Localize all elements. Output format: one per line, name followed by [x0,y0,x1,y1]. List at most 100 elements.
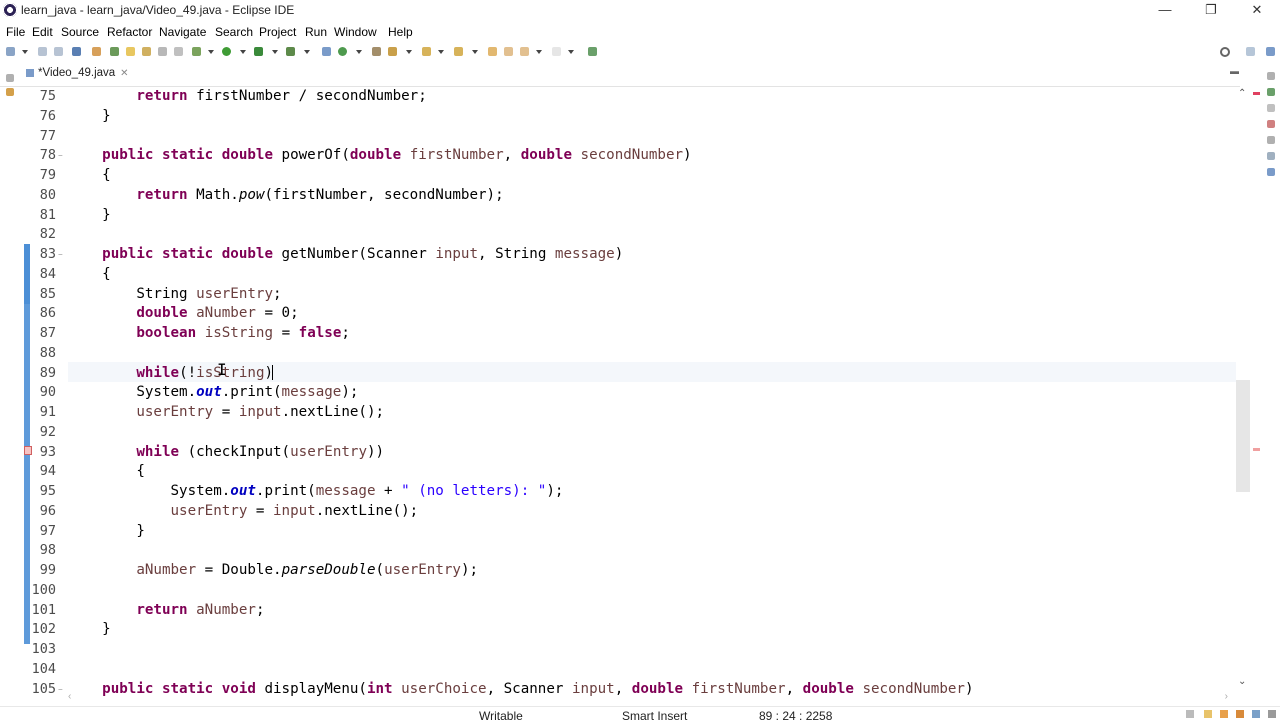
code-line[interactable]: boolean isString = false; [68,323,1236,343]
new-java-project-icon[interactable] [322,47,331,56]
search-dropdown-icon[interactable] [406,50,412,54]
back-arrow-icon[interactable] [520,47,529,56]
tab-close-icon[interactable]: ✕ [120,68,128,79]
code-line[interactable]: } [68,205,1236,225]
mark-occurrences-icon[interactable] [126,47,135,56]
menu-help[interactable]: Help [388,25,413,39]
search-tool-icon[interactable] [388,47,397,56]
code-line[interactable] [68,639,1236,659]
code-line[interactable]: userEntry = input.nextLine(); [68,501,1236,521]
code-line[interactable]: while(!isString) [68,363,1236,383]
code-line[interactable]: return Math.pow(firstNumber, secondNumbe… [68,185,1236,205]
horizontal-scrollbar[interactable]: ‹ › [68,691,1236,705]
code-line[interactable]: System.out.print(message + " (no letters… [68,481,1236,501]
back-icon[interactable] [504,47,513,56]
open-type-icon[interactable] [372,47,381,56]
search-icon[interactable] [1220,47,1230,57]
terminal-icon[interactable] [72,47,81,56]
vertical-scrollbar-thumb[interactable] [1236,380,1250,492]
run-dropdown-icon[interactable] [240,50,246,54]
minimize-editor-icon[interactable]: ▬ [1230,66,1239,76]
minimize-button[interactable]: — [1142,0,1188,22]
package-explorer-icon[interactable] [6,88,14,96]
coverage-dropdown-icon[interactable] [272,50,278,54]
debug-dropdown-icon[interactable] [208,50,214,54]
fold-collapse-icon[interactable]: − [58,250,63,259]
notification-icon[interactable] [1204,710,1212,718]
code-line[interactable]: { [68,461,1236,481]
menu-run[interactable]: Run [305,25,327,39]
code-line[interactable]: { [68,165,1236,185]
code-line[interactable]: public static double getNumber(Scanner i… [68,244,1236,264]
code-line[interactable] [68,659,1236,679]
code-line[interactable]: return firstNumber / secondNumber; [68,86,1236,106]
next-annotation-dropdown-icon[interactable] [438,50,444,54]
save-icon[interactable] [38,47,47,56]
declaration-icon[interactable] [1267,152,1275,160]
menu-edit[interactable]: Edit [32,25,53,39]
progress-icon[interactable] [1236,710,1244,718]
scroll-left-icon[interactable]: ‹ [68,691,71,702]
problems-icon[interactable] [1267,120,1275,128]
new-icon[interactable] [6,47,15,56]
code-line[interactable]: System.out.print(message); [68,382,1236,402]
menu-refactor[interactable]: Refactor [107,25,152,39]
pin-editor-icon[interactable] [588,47,597,56]
code-line[interactable]: } [68,619,1236,639]
outline-icon[interactable] [1267,88,1275,96]
code-line[interactable]: aNumber = Double.parseDouble(userEntry); [68,560,1236,580]
open-perspective-icon[interactable] [1246,47,1255,56]
block-selection-icon[interactable] [158,47,167,56]
share-icon[interactable] [1252,710,1260,718]
console-icon[interactable] [1267,168,1275,176]
previous-annotation-dropdown-icon[interactable] [472,50,478,54]
code-line[interactable]: double aNumber = 0; [68,303,1236,323]
code-line[interactable]: } [68,521,1236,541]
next-annotation-icon[interactable] [422,47,431,56]
menu-source[interactable]: Source [61,25,99,39]
forward-dropdown-icon[interactable] [568,50,574,54]
scroll-up-icon[interactable]: ⌃ [1238,88,1246,99]
menu-file[interactable]: File [6,25,25,39]
menu-window[interactable]: Window [334,25,377,39]
maximize-button[interactable]: ❐ [1188,0,1234,22]
code-line[interactable] [68,126,1236,146]
code-editor[interactable]: return firstNumber / secondNumber; } pub… [68,86,1236,696]
warning-overview-marker[interactable] [1253,448,1260,451]
external-tools-icon[interactable] [286,47,295,56]
close-button[interactable]: ✕ [1234,0,1280,22]
editor-tab-video49[interactable]: *Video_49.java ✕ [26,67,129,85]
scroll-right-icon[interactable]: › [1225,691,1228,702]
code-line[interactable]: public static double powerOf(double firs… [68,145,1236,165]
build-icon[interactable] [110,47,119,56]
code-line[interactable]: return aNumber; [68,600,1236,620]
run-icon[interactable] [222,47,231,56]
code-line[interactable]: while (checkInput(userEntry)) [68,442,1236,462]
back-dropdown-icon[interactable] [536,50,542,54]
scroll-down-icon[interactable]: ⌄ [1238,676,1246,687]
new-class-dropdown-icon[interactable] [356,50,362,54]
code-line[interactable] [68,343,1236,363]
menu-icon[interactable] [1268,710,1276,718]
new-dropdown-icon[interactable] [22,50,28,54]
code-line[interactable] [68,422,1236,442]
forward-icon[interactable] [552,47,561,56]
previous-annotation-icon[interactable] [454,47,463,56]
code-line[interactable] [68,580,1236,600]
javadoc-icon[interactable] [1267,136,1275,144]
code-line[interactable]: userEntry = input.nextLine(); [68,402,1236,422]
overview-ruler[interactable] [1252,86,1262,692]
fold-collapse-icon[interactable]: − [58,685,63,694]
code-line[interactable]: } [68,106,1236,126]
fold-collapse-icon[interactable]: − [58,151,63,160]
code-line[interactable] [68,540,1236,560]
external-tools-dropdown-icon[interactable] [304,50,310,54]
code-line[interactable]: String userEntry; [68,284,1236,304]
menu-project[interactable]: Project [259,25,296,39]
code-line[interactable] [68,224,1236,244]
last-edit-location-icon[interactable] [488,47,497,56]
update-icon[interactable] [1220,710,1228,718]
debug-icon[interactable] [192,47,201,56]
restore-right-icon[interactable] [1267,72,1275,80]
save-all-icon[interactable] [54,47,63,56]
